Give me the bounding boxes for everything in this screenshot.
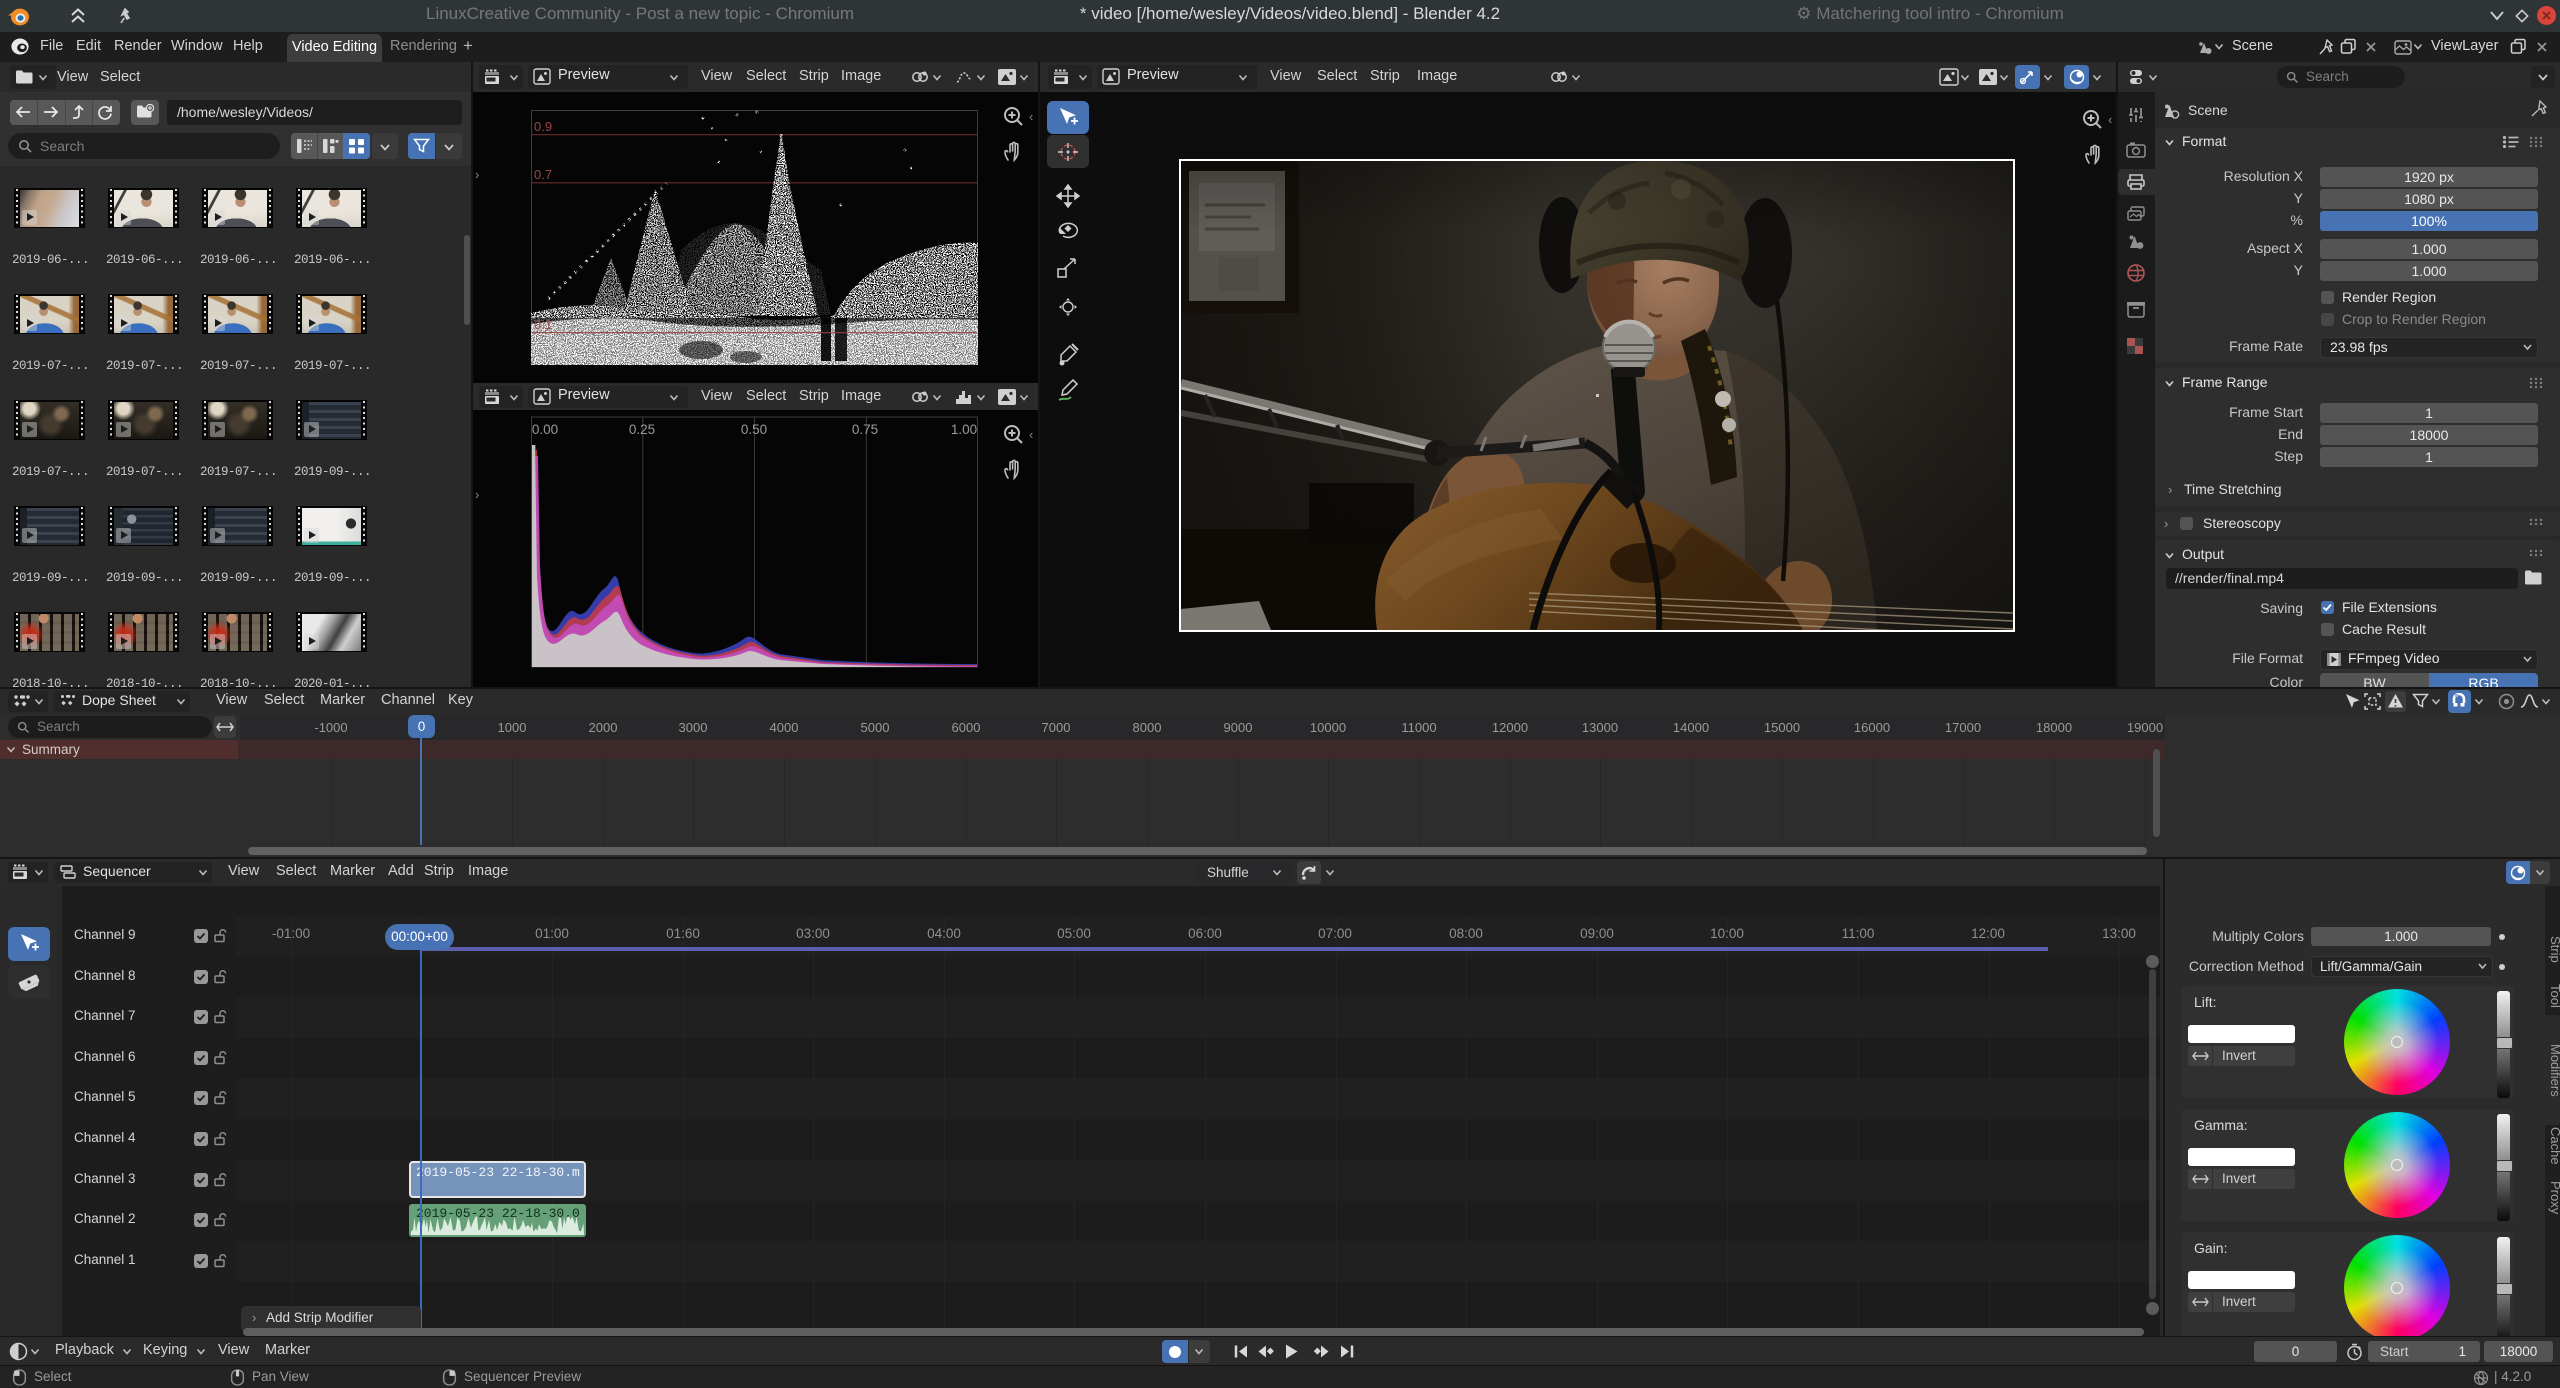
svg-text:0.9: 0.9 <box>534 119 552 134</box>
svg-text:1.00: 1.00 <box>951 422 977 437</box>
svg-text:0.25: 0.25 <box>629 422 655 437</box>
svg-text:0.00: 0.00 <box>532 422 558 437</box>
svg-text:0.1: 0.1 <box>534 317 552 332</box>
svg-text:0.50: 0.50 <box>741 422 767 437</box>
svg-text:0.75: 0.75 <box>852 422 878 437</box>
svg-text:0.7: 0.7 <box>534 167 552 182</box>
